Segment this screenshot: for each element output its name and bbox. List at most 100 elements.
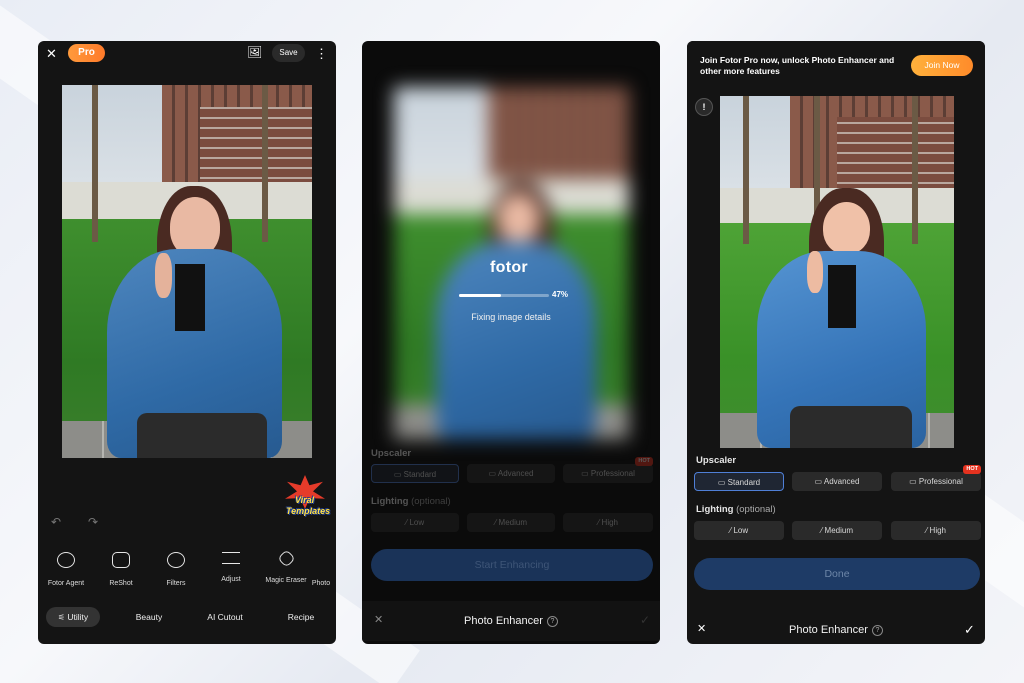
more-icon[interactable]: ⋮ [315,47,328,60]
lighting-label: Lighting (optional) [371,496,451,507]
fotor-logo: fotor [490,259,528,276]
advanced-icon: ▭ [488,469,498,478]
tool-label: Fotor Agent [47,580,85,587]
help-icon[interactable]: ? [546,615,558,627]
tab-beauty[interactable]: Beauty [124,607,174,627]
hot-badge: HOT [635,457,653,466]
option-label: Medium [498,518,527,527]
tool-label: Adjust [221,576,241,583]
upscaler-label: Upscaler [371,448,412,459]
photo-canvas[interactable] [62,85,312,458]
option-label: Advanced [823,477,860,486]
enhancing-screen: fotor 47% Fixing image details Upscaler … [362,41,660,644]
lighting-title: Lighting [696,504,734,515]
viral-templates-sticker[interactable]: Viral Templates [283,471,331,521]
image-icon[interactable]: 🖼 [247,46,262,58]
confirm-icon[interactable]: ✓ [640,614,650,626]
help-icon[interactable]: ? [871,624,883,636]
tab-ai-cutout[interactable]: AI Cutout [198,607,252,627]
professional-icon: ▭ [909,477,919,486]
upscaler-standard[interactable]: ▭ Standard [371,464,459,483]
reshot-icon [112,552,130,568]
tool-label: Photo [311,580,331,587]
option-label: Medium [824,526,853,535]
info-icon[interactable]: ! [695,98,713,116]
option-label: Standard [403,470,437,479]
save-button[interactable]: Save [272,44,305,62]
tool-fotor-agent[interactable]: Fotor Agent [41,552,91,590]
tool-magic-eraser[interactable]: Magic Eraser [261,549,311,587]
option-label: High [601,518,618,527]
banner-text: Join Fotor Pro now, unlock Photo Enhance… [700,55,895,76]
option-label: High [929,526,946,535]
hot-badge: HOT [963,465,981,474]
tool-photo[interactable]: Photo [306,552,336,590]
upscaler-professional[interactable]: ▭ Professional HOT [891,465,981,491]
option-label: Standard [727,478,761,487]
progress-bar [459,294,549,297]
lighting-title: Lighting [371,496,409,507]
category-tabs: ⚟ Utility Beauty AI Cutout Recipe [38,607,336,627]
lighting-medium[interactable]: ⁄ Medium [467,513,555,532]
option-label: Professional [590,469,635,478]
undo-icon[interactable]: ↶ [51,515,61,529]
bottom-bar: ✕ Photo Enhancer? ✓ [362,601,660,641]
redo-icon[interactable]: ↷ [88,515,98,529]
lighting-low[interactable]: ⁄ Low [694,521,784,540]
enhanced-photo[interactable] [720,96,954,448]
close-icon[interactable]: ✕ [46,47,57,60]
option-label: Low [409,518,425,527]
lighting-low[interactable]: ⁄ Low [371,513,459,532]
filters-icon [167,552,185,568]
tool-reshot[interactable]: ReShot [96,552,146,590]
lighting-medium[interactable]: ⁄ Medium [792,521,882,540]
lighting-high[interactable]: ⁄ High [563,513,653,532]
bottom-bar: ✕ Photo Enhancer? ✓ [687,610,985,644]
sticker-text: Templates [286,506,331,516]
confirm-icon[interactable]: ✓ [964,623,975,636]
tool-label: Filters [166,580,186,587]
upscaler-advanced[interactable]: ▭ Advanced [467,464,555,483]
title-text: Photo Enhancer [789,624,868,636]
tool-filters[interactable]: Filters [151,552,201,590]
option-label: Advanced [497,469,534,478]
done-button[interactable]: Done [694,558,980,590]
tool-label: ReShot [109,580,133,587]
optional-hint: (optional) [736,504,776,515]
option-label: Professional [918,477,963,486]
enhanced-result-screen: Join Fotor Pro now, unlock Photo Enhance… [687,41,985,644]
editor-screen: ✕ Pro 🖼 Save ⋮ Viral Templates ↶ ↷ Fotor… [38,41,336,644]
join-now-button[interactable]: Join Now [911,55,973,76]
screen-title: Photo Enhancer? [362,601,660,641]
screen-title: Photo Enhancer? [687,610,985,644]
tab-recipe[interactable]: Recipe [276,607,326,627]
lighting-high[interactable]: ⁄ High [891,521,981,540]
upscaler-advanced[interactable]: ▭ Advanced [792,472,882,491]
eraser-icon [276,549,296,568]
status-text: Fixing image details [471,312,551,322]
optional-hint: (optional) [411,496,451,507]
progress-percent: 47% [552,290,569,299]
professional-icon: ▭ [581,469,591,478]
tool-label: Magic Eraser [265,577,307,584]
sliders-icon: ⚟ [57,613,68,622]
option-label: Low [733,526,749,535]
top-bar: ✕ Pro 🖼 Save ⋮ [38,41,336,65]
lighting-label: Lighting (optional) [696,504,776,515]
progress-fill [459,294,502,297]
fotor-agent-icon [57,552,75,568]
title-text: Photo Enhancer [464,615,543,627]
upscaler-label: Upscaler [696,455,737,466]
start-enhancing-button[interactable]: Start Enhancing [371,549,653,581]
pro-button[interactable]: Pro [68,44,105,62]
tool-adjust[interactable]: Adjust [206,552,256,586]
adjust-icon [222,552,240,564]
standard-icon: ▭ [393,470,404,479]
pro-banner: Join Fotor Pro now, unlock Photo Enhance… [687,41,985,85]
upscaler-standard[interactable]: ▭ Standard [694,472,784,491]
sticker-text: Viral [295,495,315,505]
advanced-icon: ▭ [814,477,824,486]
tab-label: Utility [67,612,89,622]
upscaler-professional[interactable]: ▭ Professional HOT [563,457,653,483]
tab-utility[interactable]: ⚟ Utility [46,607,100,627]
